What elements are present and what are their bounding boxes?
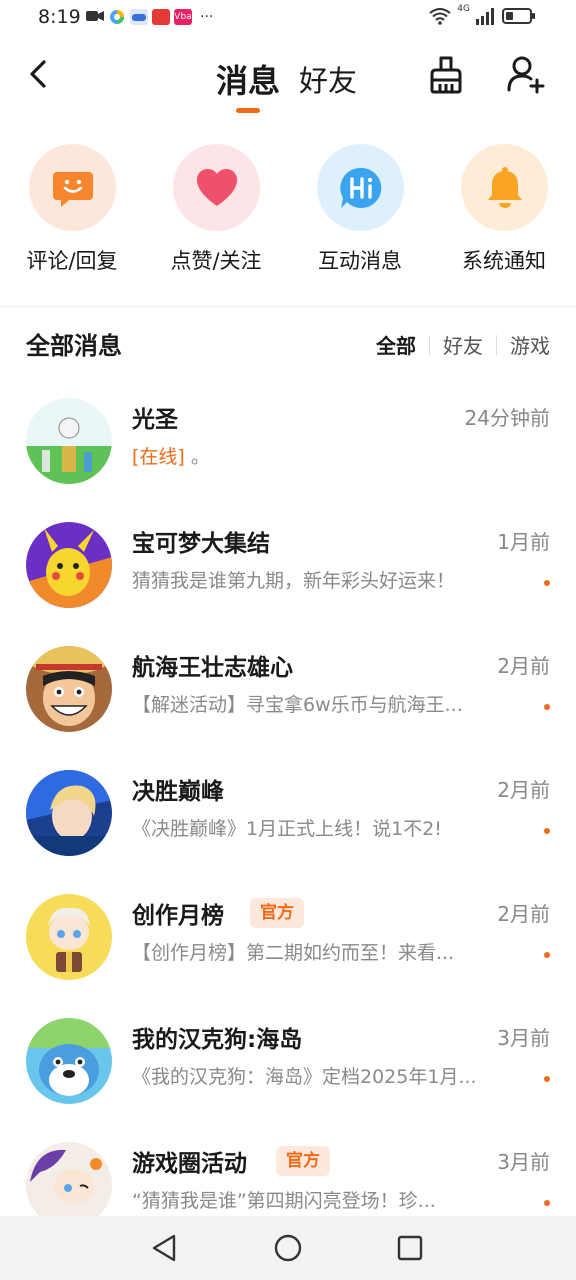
filter-games[interactable]: 游戏 bbox=[510, 330, 550, 359]
clear-unread-button[interactable] bbox=[426, 54, 466, 96]
message-time: 3月前 bbox=[497, 1150, 550, 1174]
message-time: 24分钟前 bbox=[464, 406, 550, 430]
message-time: 2月前 bbox=[497, 654, 550, 678]
nav-home-button[interactable] bbox=[272, 1232, 304, 1264]
official-badge: 官方 bbox=[250, 898, 304, 928]
message-sender: 光圣 bbox=[132, 407, 178, 433]
message-item[interactable]: 宝可梦大集结 1月前 猜猜我是谁第九期，新年彩头好运来！ bbox=[0, 522, 576, 646]
message-sender: 航海王壮志雄心 bbox=[132, 655, 293, 681]
tab-friends[interactable]: 好友 bbox=[299, 58, 357, 100]
section-title: 全部消息 bbox=[26, 332, 122, 360]
message-item[interactable]: 我的汉克狗:海岛 3月前 《我的汉克狗：海岛》定档2025年1月... bbox=[0, 1018, 576, 1142]
bell-icon bbox=[488, 167, 522, 208]
avatar bbox=[26, 894, 112, 980]
system-navigation-bar bbox=[0, 1216, 576, 1280]
category-label: 系统通知 bbox=[462, 249, 546, 273]
filter-all[interactable]: 全部 bbox=[376, 330, 416, 359]
filter-friends[interactable]: 好友 bbox=[443, 330, 483, 359]
message-time: 3月前 bbox=[497, 1026, 550, 1050]
category-comments-replies[interactable]: 评论/回复 bbox=[0, 144, 144, 284]
tab-active-indicator bbox=[236, 108, 260, 113]
filter-divider bbox=[496, 334, 497, 355]
message-preview: “猜猜我是谁”第四期闪亮登场！珍... bbox=[132, 1190, 436, 1212]
add-friend-button[interactable] bbox=[506, 54, 546, 94]
category-likes-follows[interactable]: 点赞/关注 bbox=[144, 144, 288, 284]
message-categories: 评论/回复 点赞/关注 互动消息 系统通知 bbox=[0, 144, 576, 284]
broom-icon bbox=[430, 56, 462, 94]
tab-messages[interactable]: 消息 bbox=[216, 56, 280, 102]
category-system-notifications[interactable]: 系统通知 bbox=[432, 144, 576, 284]
avatar bbox=[26, 770, 112, 856]
category-icon-bg bbox=[173, 144, 260, 231]
status-bar: 8:19 Vba ··· 4G bbox=[0, 0, 576, 36]
status-time: 8:19 bbox=[38, 6, 81, 28]
more-notifications-icon: ··· bbox=[200, 9, 214, 25]
avatar bbox=[26, 1018, 112, 1104]
avatar bbox=[26, 398, 112, 484]
avatar bbox=[26, 646, 112, 732]
message-preview-text: 。 bbox=[184, 446, 210, 468]
category-interactions[interactable]: 互动消息 bbox=[288, 144, 432, 284]
heart-icon bbox=[197, 169, 237, 206]
online-status: [在线] bbox=[132, 446, 185, 468]
pink-app-icon: Vba bbox=[174, 9, 192, 25]
nav-recents-button[interactable] bbox=[394, 1232, 426, 1264]
filter-divider bbox=[429, 334, 430, 355]
category-icon-bg bbox=[461, 144, 548, 231]
colorful-app-icon bbox=[108, 9, 126, 25]
add-user-icon bbox=[507, 56, 545, 94]
message-preview: 【创作月榜】第二期如约而至！来看... bbox=[132, 942, 455, 964]
message-sender: 决胜巅峰 bbox=[132, 779, 224, 805]
nav-back-button[interactable] bbox=[148, 1232, 180, 1264]
message-time: 2月前 bbox=[497, 778, 550, 802]
unread-dot bbox=[544, 704, 550, 710]
official-badge: 官方 bbox=[276, 1146, 330, 1176]
message-item[interactable]: 航海王壮志雄心 2月前 【解迷活动】寻宝拿6w乐币与航海王... bbox=[0, 646, 576, 770]
battery-icon bbox=[502, 8, 535, 24]
comment-icon bbox=[53, 172, 93, 207]
circle-home-icon bbox=[274, 1234, 302, 1262]
triangle-back-icon bbox=[152, 1234, 176, 1262]
message-filters: 全部 好友 游戏 bbox=[376, 330, 550, 359]
camera-app-icon bbox=[86, 9, 104, 25]
square-recents-icon bbox=[397, 1235, 423, 1261]
category-label: 互动消息 bbox=[318, 249, 402, 273]
back-button[interactable] bbox=[22, 56, 54, 92]
message-preview: [在线] 。 bbox=[132, 442, 512, 469]
avatar bbox=[26, 522, 112, 608]
signal-icon bbox=[476, 8, 494, 25]
status-app-icons: Vba ··· bbox=[86, 9, 213, 25]
message-sender: 游戏圈活动 bbox=[132, 1151, 247, 1177]
status-indicators: 4G bbox=[429, 4, 536, 25]
back-arrow-icon bbox=[30, 60, 46, 88]
message-item[interactable]: 创作月榜 官方 2月前 【创作月榜】第二期如约而至！来看... bbox=[0, 894, 576, 1018]
category-icon-bg bbox=[29, 144, 116, 231]
category-label: 评论/回复 bbox=[26, 249, 118, 273]
unread-dot bbox=[544, 1200, 550, 1206]
message-time: 1月前 bbox=[497, 530, 550, 554]
category-icon-bg bbox=[317, 144, 404, 231]
unread-dot bbox=[544, 952, 550, 958]
header: 消息 好友 bbox=[0, 36, 576, 120]
section-divider bbox=[0, 306, 576, 307]
message-preview: 【解迷活动】寻宝拿6w乐币与航海王... bbox=[132, 694, 463, 716]
message-item[interactable]: 光圣 24分钟前 [在线] 。 bbox=[0, 398, 576, 522]
message-sender: 我的汉克狗:海岛 bbox=[132, 1027, 303, 1053]
unread-dot bbox=[544, 1076, 550, 1082]
message-time: 2月前 bbox=[497, 902, 550, 926]
message-item[interactable]: 决胜巅峰 2月前 《决胜巅峰》1月正式上线！说1不2! bbox=[0, 770, 576, 894]
red-app-icon bbox=[152, 9, 170, 25]
unread-dot bbox=[544, 828, 550, 834]
unread-dot bbox=[544, 580, 550, 586]
message-preview: 《我的汉克狗：海岛》定档2025年1月... bbox=[132, 1066, 477, 1088]
game-app-icon bbox=[130, 9, 148, 25]
category-label: 点赞/关注 bbox=[170, 249, 262, 273]
hi-icon bbox=[340, 167, 382, 208]
message-preview: 《决胜巅峰》1月正式上线！说1不2! bbox=[132, 818, 442, 840]
message-sender: 创作月榜 bbox=[132, 903, 224, 929]
wifi-icon bbox=[429, 8, 451, 25]
network-type: 4G bbox=[457, 4, 470, 14]
message-sender: 宝可梦大集结 bbox=[132, 531, 270, 557]
message-preview: 猜猜我是谁第九期，新年彩头好运来！ bbox=[132, 570, 456, 592]
